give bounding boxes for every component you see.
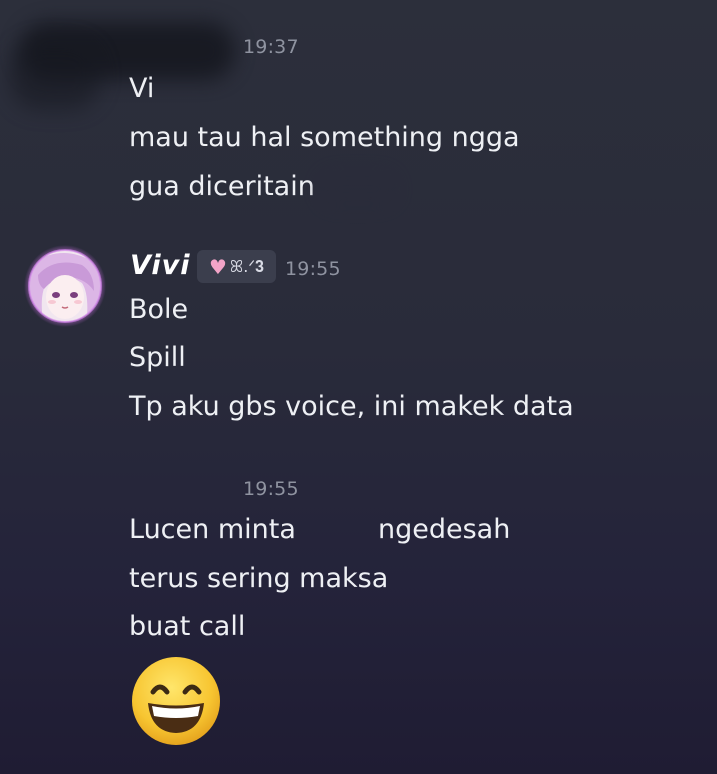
message-line: mau tau hal something ngga	[129, 122, 520, 153]
message-line: Vi	[129, 73, 155, 104]
message-line: Tp aku gbs voice, ini makek data	[129, 391, 574, 422]
badge-text: ꕤ.ᐟ𝟑	[229, 256, 264, 276]
message-line: terus sering maksa	[129, 563, 389, 594]
chat-messages: 19:37 Vi mau tau hal something ngga gua …	[0, 0, 717, 774]
user-badge[interactable]: ♥ ꕤ.ᐟ𝟑	[197, 250, 276, 283]
message-line: ngedesah	[378, 514, 511, 545]
message-line: Bole	[129, 294, 189, 325]
message-timestamp: 19:55	[285, 258, 341, 280]
message-timestamp: 19:55	[243, 478, 299, 500]
message-line: buat call	[129, 611, 246, 642]
message-timestamp: 19:37	[243, 36, 299, 58]
redacted-name-inline	[320, 172, 396, 206]
username[interactable]: Vivi	[130, 250, 191, 281]
heart-icon: ♥	[208, 254, 227, 279]
message-line: Spill	[129, 342, 186, 373]
message-line: gua diceritain	[129, 171, 315, 202]
redacted-avatar	[10, 40, 100, 110]
avatar[interactable]	[24, 245, 106, 327]
grinning-face-emoji-icon	[131, 656, 221, 746]
message-line: Lucen minta	[129, 514, 296, 545]
anime-avatar-icon	[24, 245, 106, 327]
